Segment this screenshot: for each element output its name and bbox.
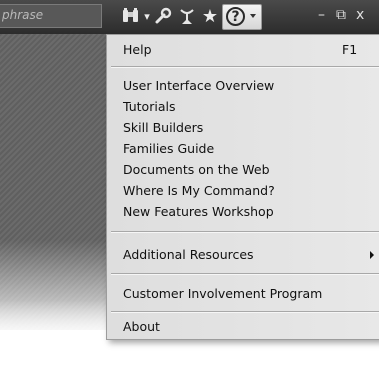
menu-item-label: Documents on the Web — [123, 162, 270, 177]
menu-item-documents-on-the-web[interactable]: Documents on the Web — [107, 159, 379, 180]
menu-item-new-features-workshop[interactable]: New Features Workshop — [107, 201, 379, 222]
restore-button[interactable]: ⧉ — [336, 7, 346, 23]
menu-item-user-interface-overview[interactable]: User Interface Overview — [107, 75, 379, 96]
menu-item-label: Where Is My Command? — [123, 183, 275, 198]
menu-item-families-guide[interactable]: Families Guide — [107, 138, 379, 159]
menu-item-label: New Features Workshop — [123, 204, 274, 219]
search-field[interactable]: phrase — [0, 4, 102, 28]
chevron-down-icon — [250, 14, 256, 18]
menu-item-customer-involvement-program[interactable]: Customer Involvement Program — [107, 283, 379, 304]
menu-item-label: Families Guide — [123, 141, 215, 156]
menu-item-label: Tutorials — [123, 99, 176, 114]
help-icon: ? — [226, 7, 245, 26]
menu-item-where-is-my-command[interactable]: Where Is My Command? — [107, 180, 379, 201]
minimize-button[interactable]: – — [318, 7, 325, 23]
shortcut-label: F1 — [342, 42, 358, 57]
menu-separator — [111, 231, 379, 233]
binoculars-icon[interactable] — [120, 4, 142, 28]
menu-item-skill-builders[interactable]: Skill Builders — [107, 117, 379, 138]
star-icon[interactable]: ★ — [200, 4, 220, 28]
help-dropdown-menu: Help F1 User Interface Overview Tutorial… — [106, 34, 379, 340]
help-button[interactable]: ? — [222, 4, 262, 30]
menu-separator — [111, 66, 379, 68]
menu-item-label: Skill Builders — [123, 120, 204, 135]
search-input[interactable]: phrase — [2, 8, 43, 22]
menu-item-label: Help — [123, 42, 152, 57]
search-dropdown-icon[interactable]: ▾ — [143, 4, 151, 28]
menu-separator — [111, 311, 379, 313]
menu-item-about[interactable]: About — [107, 316, 379, 337]
menu-item-additional-resources[interactable]: Additional Resources — [107, 244, 379, 265]
menu-item-label: Customer Involvement Program — [123, 286, 323, 301]
menu-separator — [111, 273, 379, 275]
satellite-dish-icon[interactable] — [176, 4, 198, 28]
info-center-toolbar: phrase ▾ ★ ? – ⧉ x — [0, 0, 379, 34]
chevron-right-icon — [370, 251, 374, 259]
close-button[interactable]: x — [356, 7, 364, 23]
menu-item-label: Additional Resources — [123, 247, 254, 262]
menu-item-tutorials[interactable]: Tutorials — [107, 96, 379, 117]
menu-item-label: User Interface Overview — [123, 78, 275, 93]
application-window: phrase ▾ ★ ? – ⧉ x Help F1 User Interfac… — [0, 0, 379, 365]
menu-item-label: About — [123, 319, 160, 334]
menu-item-help[interactable]: Help F1 — [107, 39, 379, 60]
wrench-icon[interactable] — [152, 4, 174, 28]
